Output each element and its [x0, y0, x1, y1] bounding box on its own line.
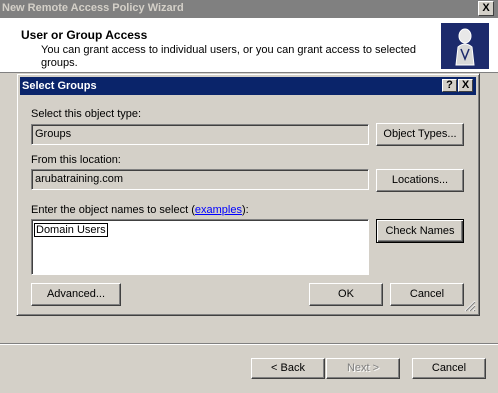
object-names-label: Enter the object names to select (exampl… [31, 204, 249, 216]
wizard-header: User or Group Access You can grant acces… [0, 18, 498, 73]
next-button: Next > [326, 358, 400, 379]
wizard-cancel-button[interactable]: Cancel [412, 358, 486, 379]
object-types-button[interactable]: Object Types... [376, 123, 464, 146]
object-type-label: Select this object type: [31, 108, 142, 120]
locations-button[interactable]: Locations... [376, 169, 464, 192]
location-field: arubatraining.com [31, 169, 369, 190]
examples-link[interactable]: examples [195, 204, 242, 216]
resize-grip-icon[interactable] [464, 300, 476, 312]
wizard-title: New Remote Access Policy Wizard [2, 2, 184, 14]
advanced-button[interactable]: Advanced... [31, 283, 121, 306]
wizard-close-button[interactable]: X [478, 1, 494, 16]
object-names-value: Domain Users [34, 223, 108, 237]
dialog-title: Select Groups [22, 80, 97, 92]
wizard-page-title: User or Group Access [21, 28, 148, 42]
dialog-cancel-button[interactable]: Cancel [390, 283, 464, 306]
check-names-button[interactable]: Check Names [376, 219, 464, 243]
help-button[interactable]: ? [442, 79, 457, 92]
object-type-field: Groups [31, 124, 369, 145]
select-groups-dialog: Select Groups ? X Select this object typ… [16, 73, 480, 316]
wizard-logo-icon [441, 23, 489, 69]
wizard-separator [0, 343, 498, 345]
ok-button[interactable]: OK [309, 283, 383, 306]
object-names-label-suffix: ): [241, 204, 249, 216]
back-button[interactable]: < Back [251, 358, 325, 379]
dialog-close-button[interactable]: X [458, 79, 473, 92]
object-names-input[interactable]: Domain Users [31, 219, 369, 275]
location-label: From this location: [31, 154, 121, 166]
wizard-page-description: You can grant access to individual users… [41, 44, 417, 69]
wizard-titlebar: New Remote Access Policy Wizard X [0, 0, 498, 18]
object-names-label-prefix: Enter the object names to select ( [31, 204, 195, 216]
dialog-titlebar: Select Groups ? X [20, 77, 476, 95]
